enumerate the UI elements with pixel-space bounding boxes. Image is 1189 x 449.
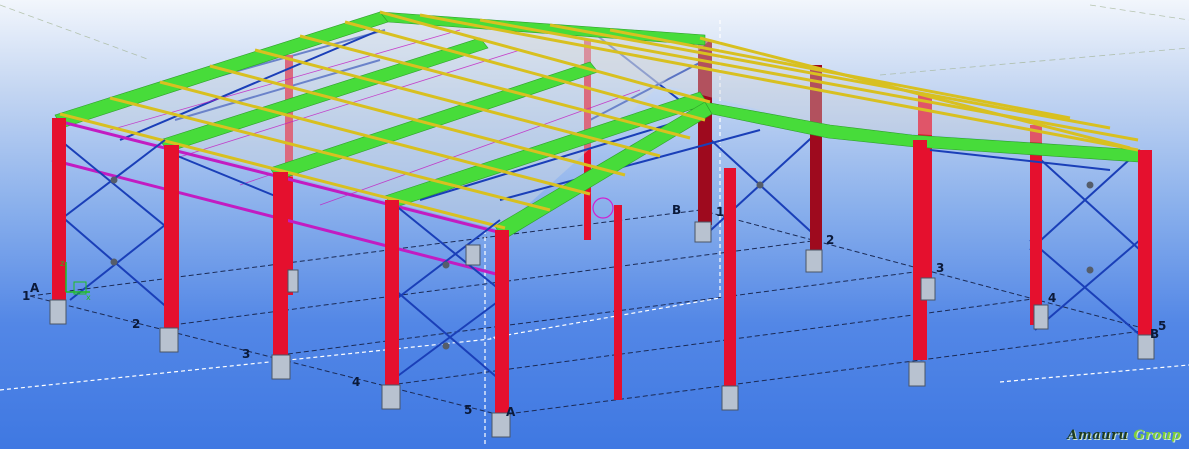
grid-label-col-b: B xyxy=(672,203,681,217)
base-plates xyxy=(49,221,1155,438)
grid-label-col-a: A xyxy=(30,281,40,295)
grid-label-row-4: 4 xyxy=(352,375,360,389)
grid-label-right-4: 4 xyxy=(1048,291,1056,305)
grid-label-row-3: 3 xyxy=(242,347,250,361)
grid-labels: 1 A 2 3 4 5 A B 1 2 3 4 5 B xyxy=(22,203,1166,419)
axis-z-label: z xyxy=(60,259,64,268)
model-viewport[interactable]: z x 1 A 2 3 4 5 A B 1 2 3 4 5 B Amauru G… xyxy=(0,0,1189,449)
grid-label-right-1: 1 xyxy=(716,205,724,219)
axis-x-label: x xyxy=(86,293,91,302)
ground-grid xyxy=(29,209,1151,416)
grid-label-right-5: 5 xyxy=(1158,319,1166,333)
bracing-nodes xyxy=(110,176,1094,350)
grid-label-right-2: 2 xyxy=(826,233,834,247)
watermark-prefix: Amauru xyxy=(1067,428,1134,443)
grid-label-row-5: 5 xyxy=(464,403,472,417)
company-watermark: Amauru Group xyxy=(1067,428,1181,443)
grid-label-right-b: B xyxy=(1150,327,1159,341)
selection-marker xyxy=(592,197,614,219)
grid-label-right-a: A xyxy=(506,405,516,419)
grid-label-right-3: 3 xyxy=(936,261,944,275)
watermark-accent: Group xyxy=(1133,428,1181,443)
structure-3d-model[interactable]: z x 1 A 2 3 4 5 A B 1 2 3 4 5 B xyxy=(0,0,1189,449)
grid-label-row-2: 2 xyxy=(132,317,140,331)
